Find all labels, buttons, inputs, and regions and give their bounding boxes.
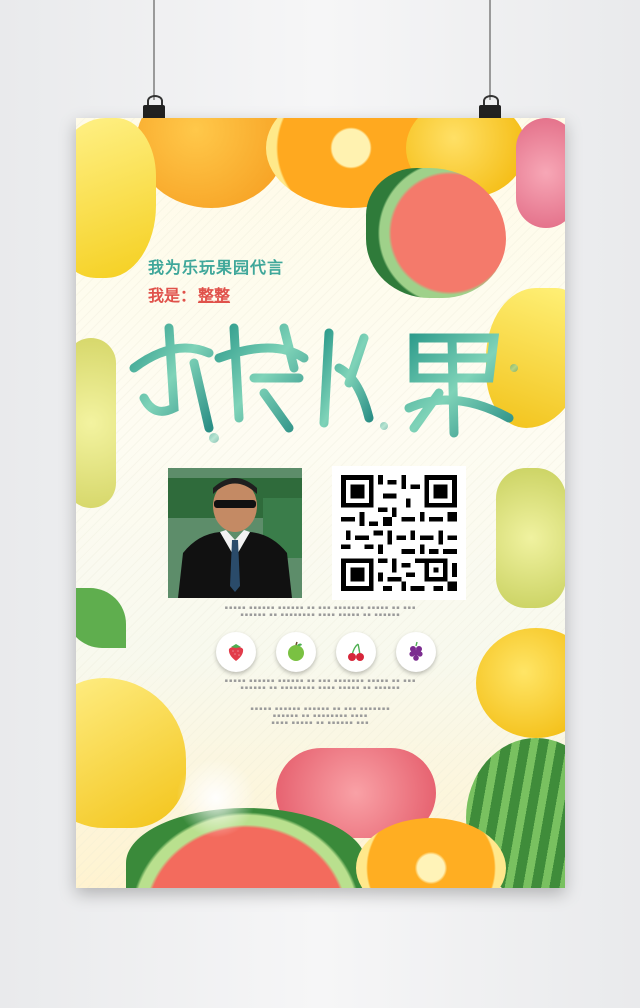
grapes-top-right-illustration xyxy=(516,118,565,228)
fruit-poster: 我为乐玩果园代言 我是： 整整 ▪▪▪▪▪ ▪▪▪▪▪▪ ▪▪▪▪▪▪ ▪▪ ▪… xyxy=(76,118,565,888)
qr-code-icon xyxy=(332,466,466,600)
hanging-wire-right xyxy=(489,0,491,100)
cherry-icon xyxy=(336,632,376,672)
title-calligraphy-art xyxy=(129,323,518,443)
decorative-fine-print-bottom: ▪▪▪▪▪ ▪▪▪▪▪▪ ▪▪▪▪▪▪ ▪▪ ▪▪▪ ▪▪▪▪▪▪▪ ▪▪▪▪▪▪… xyxy=(250,706,391,726)
tagline-text: 我为乐玩果园代言 xyxy=(148,258,285,277)
grapes-right-illustration xyxy=(496,468,565,608)
qr-code[interactable] xyxy=(332,466,466,600)
me-line: 我是： 整整 xyxy=(148,282,230,306)
person-silhouette-icon xyxy=(168,468,302,598)
apple-icon xyxy=(276,632,316,672)
decorative-fine-print-middle: ▪▪▪▪▪ ▪▪▪▪▪▪ ▪▪▪▪▪▪ ▪▪ ▪▪▪ ▪▪▪▪▪▪▪ ▪▪▪▪▪… xyxy=(224,678,417,691)
spokesperson-photo xyxy=(168,468,302,598)
title-calligraphy xyxy=(114,308,534,448)
decorative-fine-print-top: ▪▪▪▪▪ ▪▪▪▪▪▪ ▪▪▪▪▪▪ ▪▪ ▪▪▪ ▪▪▪▪▪▪▪ ▪▪▪▪▪… xyxy=(224,605,417,618)
grape-icon xyxy=(396,632,436,672)
light-flare xyxy=(176,758,256,838)
strawberry-icon xyxy=(216,632,256,672)
grapes-left-illustration xyxy=(76,338,116,508)
me-label: 我是： xyxy=(148,286,197,305)
me-name: 整整 xyxy=(198,286,231,305)
hanging-wire-left xyxy=(153,0,155,100)
fruit-icon-row xyxy=(216,632,436,672)
